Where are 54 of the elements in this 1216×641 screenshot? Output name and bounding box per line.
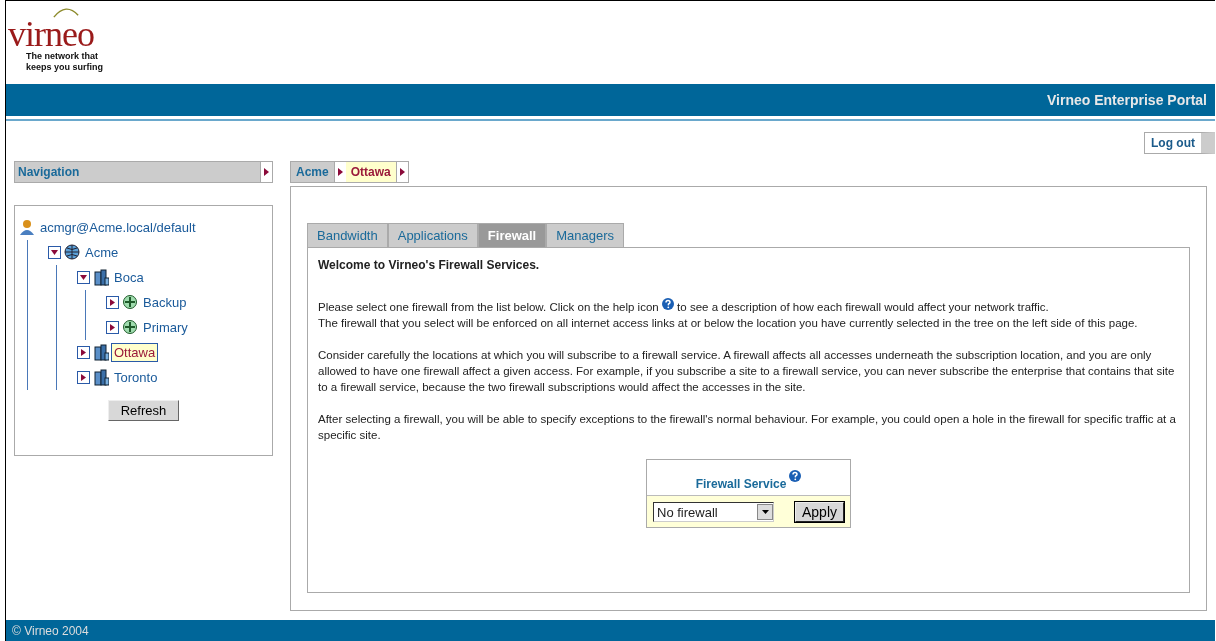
expand-toggle[interactable] [77, 371, 90, 384]
intro-text: Please select one firewall from the list below. Click on the help icon [318, 301, 659, 313]
breadcrumb-item[interactable]: Acme [291, 162, 334, 182]
arrow-icon [399, 168, 405, 176]
logo-wordmark: virneo [8, 19, 94, 49]
building-icon [93, 344, 109, 361]
portal-title: Virneo Enterprise Portal [1047, 92, 1207, 108]
building-icon [93, 269, 109, 286]
logout-button[interactable]: Log out [1144, 132, 1215, 154]
tree-item[interactable]: Primary [140, 318, 191, 337]
welcome-heading: Welcome to Virneo's Firewall Services. [318, 258, 541, 272]
intro-text: The firewall that you select will be enforced on all internet access links at or below the location you have currently selected in the tree on the left side of this page. [318, 316, 1139, 331]
expand-toggle[interactable] [77, 346, 90, 359]
arrow-icon [337, 168, 343, 176]
paragraph: After selecting a firewall, you will be able to specify exceptions to the firewall's normal behaviour. For example, you could open a hole in the firewall for specific traffic at a specific site. [318, 412, 1177, 443]
router-icon [122, 319, 138, 336]
expand-toggle[interactable] [106, 321, 119, 334]
tree-item[interactable]: Toronto [111, 368, 161, 387]
user-icon [19, 219, 35, 236]
tab[interactable]: Bandwidth [307, 223, 388, 247]
expand-toggle[interactable] [77, 271, 90, 284]
tree-item[interactable]: Boca [111, 268, 147, 287]
logo-tagline: The network that keeps you surfing [26, 51, 105, 73]
firewall-dropdown[interactable]: No firewall [653, 502, 774, 522]
expand-toggle[interactable] [106, 296, 119, 309]
triangle-icon [109, 299, 116, 306]
triangle-icon [80, 374, 87, 381]
tree-item[interactable]: acmgr@Acme.local/default [37, 218, 199, 237]
triangle-icon [51, 249, 58, 256]
building-icon [93, 369, 109, 386]
triangle-icon [80, 274, 87, 281]
tab[interactable]: Applications [387, 223, 478, 247]
arrow-icon [264, 168, 269, 176]
arrow-button[interactable] [260, 162, 272, 182]
paragraph: Consider carefully the locations at which you will subscribe to a firewall service. A firewall affects all accesses underneath the subscription location, and you are only allowed to have one firewall affect a given access. For example, if you subscribe a site to a firewall service, you can never subscribe the enterprise that contains that site to a firewall service, because the two firewall subscriptions would affect the accesses in the site. [318, 348, 1176, 395]
intro-text: to see a description of how each firewall would affect your network traffic. [677, 301, 1049, 313]
triangle-icon [80, 349, 87, 356]
triangle-icon [109, 324, 116, 331]
tree-item[interactable]: Acme [82, 243, 122, 262]
navigation-title: Navigation [17, 165, 80, 179]
router-icon [122, 294, 138, 311]
help-icon [789, 470, 802, 482]
apply-button[interactable]: Apply [794, 502, 844, 522]
tree-item[interactable]: Backup [140, 293, 190, 312]
tab[interactable]: Managers [546, 223, 625, 247]
caret-icon [761, 510, 769, 514]
refresh-button[interactable]: Refresh [107, 400, 180, 421]
tree-item[interactable]: Ottawa [111, 343, 159, 362]
globe-icon [64, 244, 80, 261]
copyright-text: © Virneo 2004 [12, 623, 89, 638]
expand-toggle[interactable] [48, 246, 61, 259]
breadcrumb-item[interactable]: Ottawa [345, 162, 396, 182]
help-icon [661, 298, 674, 310]
firewall-service-title: Firewall Service [695, 477, 787, 491]
